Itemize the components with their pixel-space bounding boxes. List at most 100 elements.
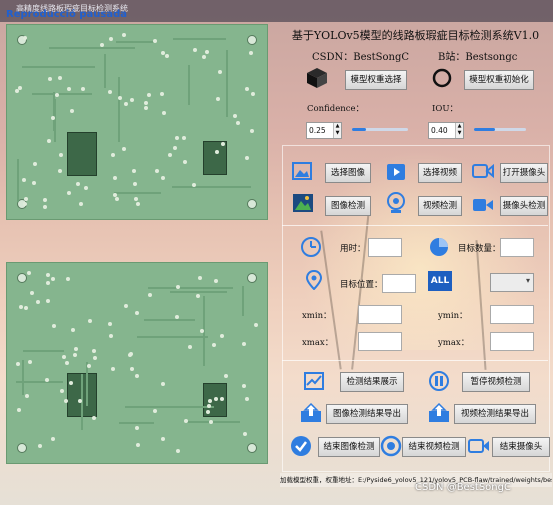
- solder-pad: [195, 294, 200, 299]
- iou-slider[interactable]: [474, 128, 526, 131]
- video-icon[interactable]: [386, 161, 406, 181]
- solder-pad: [187, 345, 192, 350]
- result-image-view: [6, 262, 268, 464]
- camera-detect-button[interactable]: 摄像头检测: [500, 196, 548, 216]
- iou-slider-fill: [474, 128, 495, 131]
- mounting-hole: [247, 199, 257, 209]
- solder-pad: [69, 380, 74, 385]
- confidence-value: 0.25: [309, 126, 326, 135]
- end-video-button[interactable]: 结束视频检测: [402, 437, 466, 457]
- clock-icon: [301, 237, 321, 257]
- solder-pad: [215, 96, 220, 101]
- image-icon[interactable]: [292, 162, 312, 180]
- solder-pad: [241, 342, 246, 347]
- show-result-button[interactable]: 检测结果展示: [340, 372, 404, 392]
- solder-pad: [50, 436, 55, 441]
- solder-pad: [199, 329, 204, 334]
- divider: [282, 225, 548, 226]
- solder-pad: [143, 101, 148, 106]
- camera-icon[interactable]: [472, 163, 494, 179]
- ymin-label: ymin：: [438, 311, 468, 321]
- solder-pad: [209, 419, 214, 424]
- solder-pad: [220, 333, 225, 338]
- solder-pad: [74, 347, 79, 352]
- solder-pad: [245, 155, 250, 160]
- solder-pad: [253, 322, 258, 327]
- chevron-down-icon[interactable]: ▾: [526, 276, 530, 285]
- solder-pad: [54, 92, 59, 97]
- video-detect-button[interactable]: 视频检测: [418, 196, 462, 216]
- solder-pad: [236, 120, 241, 125]
- pcb-trace: [21, 360, 24, 395]
- solder-pad: [152, 39, 157, 44]
- solder-pad: [93, 355, 98, 360]
- ic-chip: [203, 141, 227, 176]
- stop-circle-icon[interactable]: [380, 435, 402, 457]
- image-detect-icon[interactable]: [292, 193, 314, 213]
- solder-pad: [111, 367, 116, 372]
- export-image-icon[interactable]: [300, 403, 322, 423]
- end-camera-button[interactable]: 结束摄像头: [492, 437, 550, 457]
- export-image-button[interactable]: 图像检测结果导出: [326, 404, 408, 424]
- target-position-label: 目标位置：: [340, 280, 383, 290]
- solder-pad: [208, 398, 213, 403]
- pcb-trace: [169, 290, 227, 293]
- select-image-button[interactable]: 选择图像: [325, 163, 371, 183]
- pause-video-button[interactable]: 暂停视频检测: [462, 372, 530, 392]
- solder-pad: [51, 323, 56, 328]
- select-video-button[interactable]: 选择视频: [418, 163, 462, 183]
- solder-pad: [172, 145, 177, 150]
- camera-detect-icon[interactable]: [472, 197, 494, 213]
- solder-pad: [22, 201, 27, 206]
- spin-arrows-icon[interactable]: ▲ ▼: [333, 123, 341, 138]
- camera-off-icon[interactable]: [468, 437, 490, 455]
- image-detect-button[interactable]: 图像检测: [325, 196, 371, 216]
- solder-pad: [214, 149, 219, 154]
- chart-icon[interactable]: [304, 372, 324, 390]
- confidence-label: Confidence：: [307, 104, 365, 114]
- pcb-trace: [144, 318, 195, 321]
- pcb-trace: [172, 38, 227, 41]
- export-video-icon[interactable]: [428, 403, 450, 423]
- iou-spinbox[interactable]: 0.40 ▲ ▼: [428, 122, 464, 139]
- webcam-icon[interactable]: [386, 192, 406, 214]
- model-init-button[interactable]: 模型权重初始化: [464, 70, 534, 90]
- solder-pad: [205, 49, 210, 54]
- confidence-slider[interactable]: [352, 128, 408, 131]
- solder-pad: [30, 291, 35, 296]
- open-camera-button[interactable]: 打开摄像头: [500, 163, 548, 183]
- solder-pad: [36, 300, 41, 305]
- xmin-label: xmin：: [302, 311, 332, 321]
- solder-pad: [87, 363, 92, 368]
- solder-pad: [108, 37, 113, 42]
- solder-pad: [131, 168, 136, 173]
- check-circle-icon[interactable]: [290, 435, 312, 457]
- export-video-button[interactable]: 视频检测结果导出: [454, 404, 536, 424]
- xmax-label: xmax：: [302, 338, 334, 348]
- model-select-button[interactable]: 模型权重选择: [345, 70, 407, 90]
- pcb-trace: [137, 336, 209, 339]
- target-position-output: [382, 274, 416, 293]
- spin-arrows-icon[interactable]: ▲ ▼: [455, 123, 463, 138]
- solder-pad: [233, 113, 238, 118]
- solder-pad: [135, 426, 140, 431]
- solder-pad: [67, 190, 71, 195]
- solder-pad: [67, 86, 72, 91]
- solder-pad: [84, 186, 89, 191]
- end-image-button[interactable]: 结束图像检测: [318, 437, 380, 457]
- solder-pad: [31, 180, 36, 185]
- pause-icon[interactable]: [428, 370, 450, 392]
- pcb-trace: [124, 406, 214, 409]
- solder-pad: [58, 75, 63, 80]
- target-select-combo[interactable]: ▾: [490, 273, 534, 292]
- pcb-trace: [32, 92, 93, 95]
- ymax-label: ymax：: [438, 338, 470, 348]
- mounting-hole: [247, 273, 257, 283]
- solder-pad: [51, 277, 56, 282]
- iou-label: IOU：: [432, 104, 458, 114]
- pcb-trace: [115, 40, 156, 43]
- cube-icon: [307, 68, 327, 88]
- confidence-spinbox[interactable]: 0.25 ▲ ▼: [306, 122, 342, 139]
- solder-pad: [244, 86, 249, 91]
- solder-pad: [218, 70, 223, 75]
